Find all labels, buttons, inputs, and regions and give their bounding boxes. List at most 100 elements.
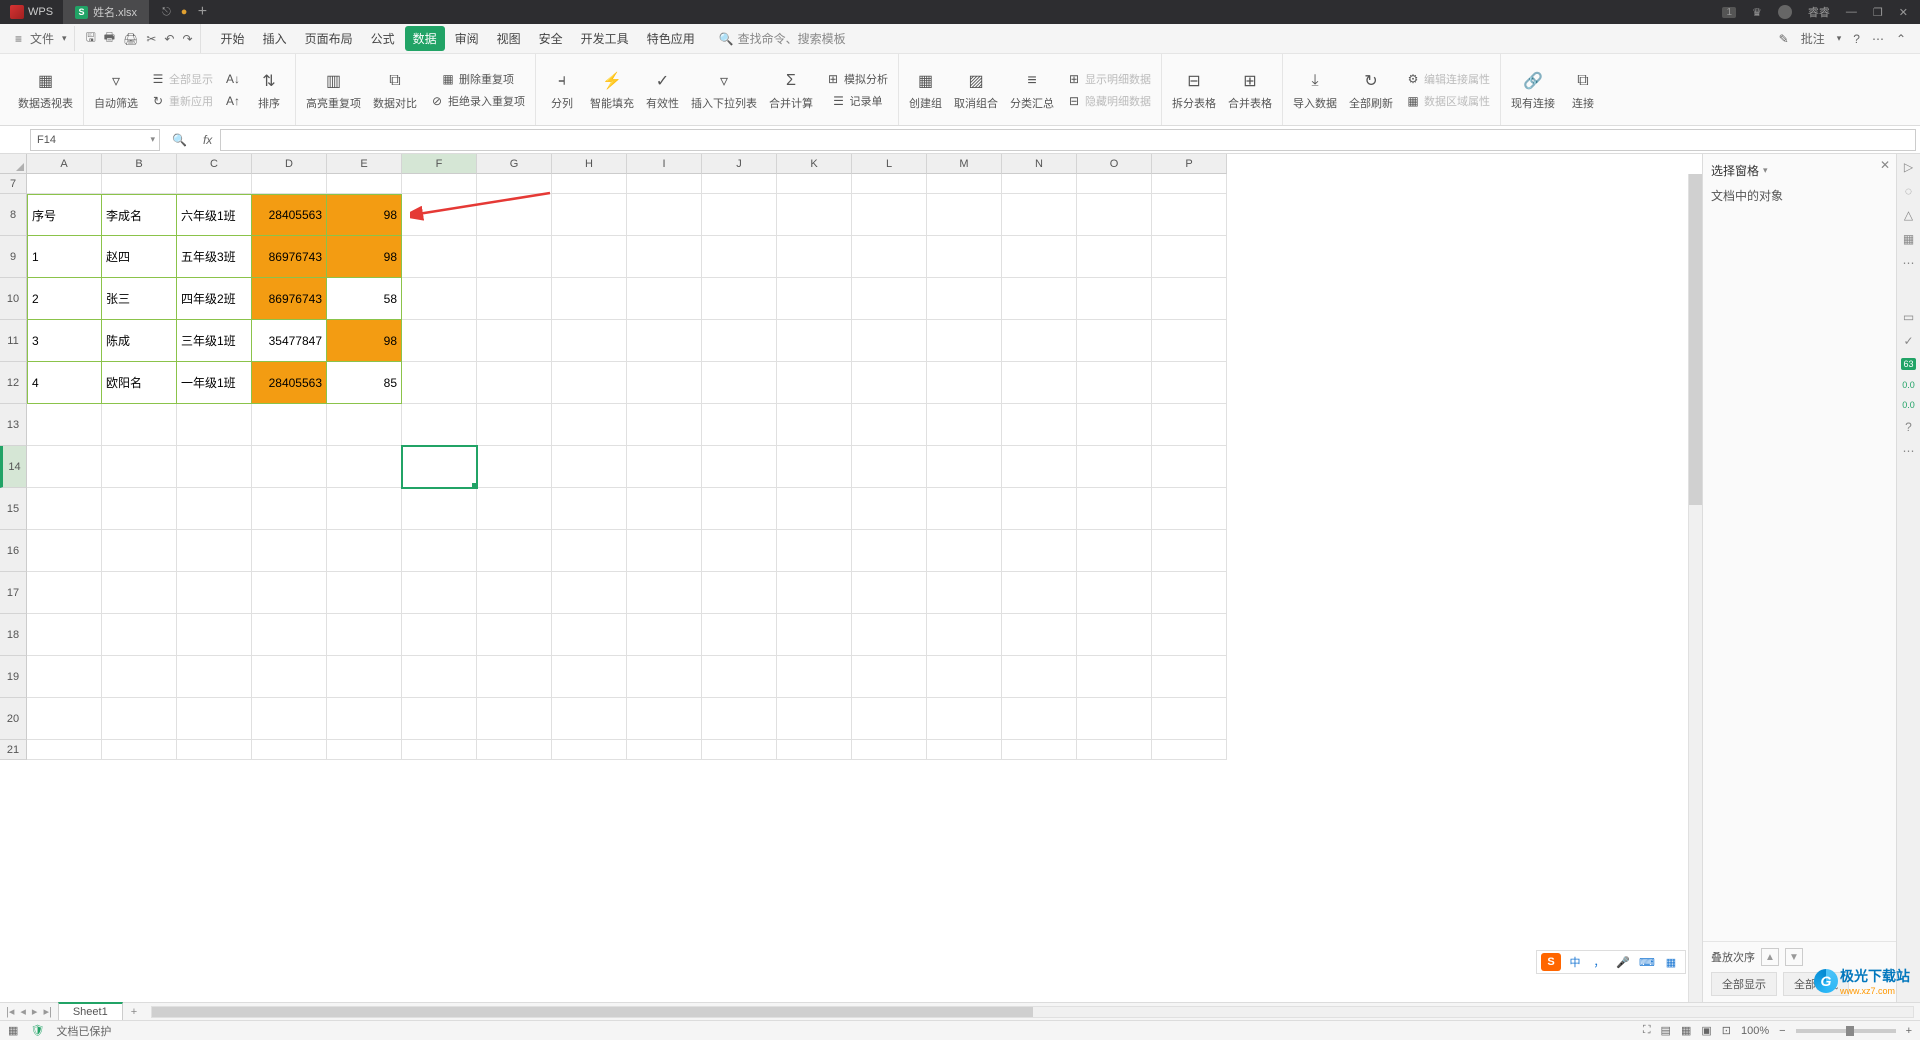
col-header-K[interactable]: K xyxy=(777,154,852,174)
cell-N13[interactable] xyxy=(1002,404,1077,446)
cell-A11[interactable]: 3 xyxy=(27,320,102,362)
cell-N21[interactable] xyxy=(1002,740,1077,760)
col-header-B[interactable]: B xyxy=(102,154,177,174)
cell-A12[interactable]: 4 xyxy=(27,362,102,404)
send-backward-button[interactable]: ▼ xyxy=(1785,948,1803,966)
tool-3-icon[interactable]: △ xyxy=(1904,208,1913,222)
user-avatar-icon[interactable] xyxy=(1778,5,1792,19)
cell-O11[interactable] xyxy=(1077,320,1152,362)
cell-F17[interactable] xyxy=(402,572,477,614)
cell-P18[interactable] xyxy=(1152,614,1227,656)
cell-L20[interactable] xyxy=(852,698,927,740)
cell-I14[interactable] xyxy=(627,446,702,488)
row-header-21[interactable]: 21 xyxy=(0,740,27,760)
cell-D13[interactable] xyxy=(252,404,327,446)
menu-more-icon[interactable]: ⋯ xyxy=(1872,32,1884,46)
col-header-F[interactable]: F xyxy=(402,154,477,174)
cell-M7[interactable] xyxy=(927,174,1002,194)
cell-M15[interactable] xyxy=(927,488,1002,530)
menu-tab-5[interactable]: 审阅 xyxy=(447,26,487,51)
cell-D8[interactable]: 28405563 xyxy=(252,194,327,236)
cell-M17[interactable] xyxy=(927,572,1002,614)
panel-dropdown-icon[interactable]: ▾ xyxy=(1763,165,1768,176)
cell-A10[interactable]: 2 xyxy=(27,278,102,320)
status-icon-3[interactable]: ▦ xyxy=(1681,1024,1691,1037)
cell-A19[interactable] xyxy=(27,656,102,698)
cell-I10[interactable] xyxy=(627,278,702,320)
cell-P17[interactable] xyxy=(1152,572,1227,614)
cell-D17[interactable] xyxy=(252,572,327,614)
tool-help-icon[interactable]: ? xyxy=(1905,420,1912,434)
cell-J14[interactable] xyxy=(702,446,777,488)
cell-B7[interactable] xyxy=(102,174,177,194)
cell-N17[interactable] xyxy=(1002,572,1077,614)
cell-N15[interactable] xyxy=(1002,488,1077,530)
row-header-13[interactable]: 13 xyxy=(0,404,27,446)
col-header-C[interactable]: C xyxy=(177,154,252,174)
cell-J16[interactable] xyxy=(702,530,777,572)
cell-H21[interactable] xyxy=(552,740,627,760)
cell-K11[interactable] xyxy=(777,320,852,362)
cell-M11[interactable] xyxy=(927,320,1002,362)
cell-H13[interactable] xyxy=(552,404,627,446)
cell-M21[interactable] xyxy=(927,740,1002,760)
cell-D20[interactable] xyxy=(252,698,327,740)
data-range-button[interactable]: ▦数据区域属性 xyxy=(1401,91,1494,111)
status-grid-icon[interactable]: ▦ xyxy=(8,1024,18,1037)
cell-J18[interactable] xyxy=(702,614,777,656)
cell-I21[interactable] xyxy=(627,740,702,760)
cell-P13[interactable] xyxy=(1152,404,1227,446)
cell-C21[interactable] xyxy=(177,740,252,760)
col-header-I[interactable]: I xyxy=(627,154,702,174)
row-header-7[interactable]: 7 xyxy=(0,174,27,194)
cell-O18[interactable] xyxy=(1077,614,1152,656)
save-icon[interactable]: 🖫 xyxy=(83,26,99,51)
sheet-next-icon[interactable]: ▸ xyxy=(32,1005,38,1018)
cell-P15[interactable] xyxy=(1152,488,1227,530)
cell-A16[interactable] xyxy=(27,530,102,572)
annotate-label[interactable]: 批注 xyxy=(1801,30,1825,47)
cell-L15[interactable] xyxy=(852,488,927,530)
col-header-O[interactable]: O xyxy=(1077,154,1152,174)
col-header-N[interactable]: N xyxy=(1002,154,1077,174)
zoom-value[interactable]: 100% xyxy=(1741,1025,1769,1037)
cell-H8[interactable] xyxy=(552,194,627,236)
cell-C16[interactable] xyxy=(177,530,252,572)
cell-O15[interactable] xyxy=(1077,488,1152,530)
cell-D18[interactable] xyxy=(252,614,327,656)
cell-M18[interactable] xyxy=(927,614,1002,656)
sheet-last-icon[interactable]: ▸| xyxy=(43,1005,51,1018)
cell-E14[interactable] xyxy=(327,446,402,488)
cell-H19[interactable] xyxy=(552,656,627,698)
cut-icon[interactable]: ✂ xyxy=(143,30,159,48)
cell-F19[interactable] xyxy=(402,656,477,698)
ribbon-collapse-icon[interactable]: ⌃ xyxy=(1896,32,1906,46)
minimize-button[interactable]: — xyxy=(1846,6,1857,18)
row-header-8[interactable]: 8 xyxy=(0,194,27,236)
cell-H18[interactable] xyxy=(552,614,627,656)
cell-L13[interactable] xyxy=(852,404,927,446)
search-placeholder[interactable]: 查找命令、搜索模板 xyxy=(738,30,846,47)
show-detail-button[interactable]: ⊞显示明细数据 xyxy=(1062,69,1155,89)
cell-P7[interactable] xyxy=(1152,174,1227,194)
cell-K10[interactable] xyxy=(777,278,852,320)
formula-input[interactable] xyxy=(220,129,1916,151)
cell-B19[interactable] xyxy=(102,656,177,698)
cell-N16[interactable] xyxy=(1002,530,1077,572)
cell-K8[interactable] xyxy=(777,194,852,236)
cell-A21[interactable] xyxy=(27,740,102,760)
cell-M13[interactable] xyxy=(927,404,1002,446)
col-header-A[interactable]: A xyxy=(27,154,102,174)
cell-O9[interactable] xyxy=(1077,236,1152,278)
hide-detail-button[interactable]: ⊟隐藏明细数据 xyxy=(1062,91,1155,111)
autofilter-button[interactable]: ▿自动筛选 xyxy=(90,67,142,113)
col-header-P[interactable]: P xyxy=(1152,154,1227,174)
cell-A18[interactable] xyxy=(27,614,102,656)
whatif-button[interactable]: ⊞模拟分析 xyxy=(821,69,892,89)
cell-B12[interactable]: 欧阳名 xyxy=(102,362,177,404)
cell-I9[interactable] xyxy=(627,236,702,278)
col-header-E[interactable]: E xyxy=(327,154,402,174)
cell-F14[interactable] xyxy=(402,446,477,488)
cell-E20[interactable] xyxy=(327,698,402,740)
print-icon[interactable]: 🖨 xyxy=(120,30,141,48)
